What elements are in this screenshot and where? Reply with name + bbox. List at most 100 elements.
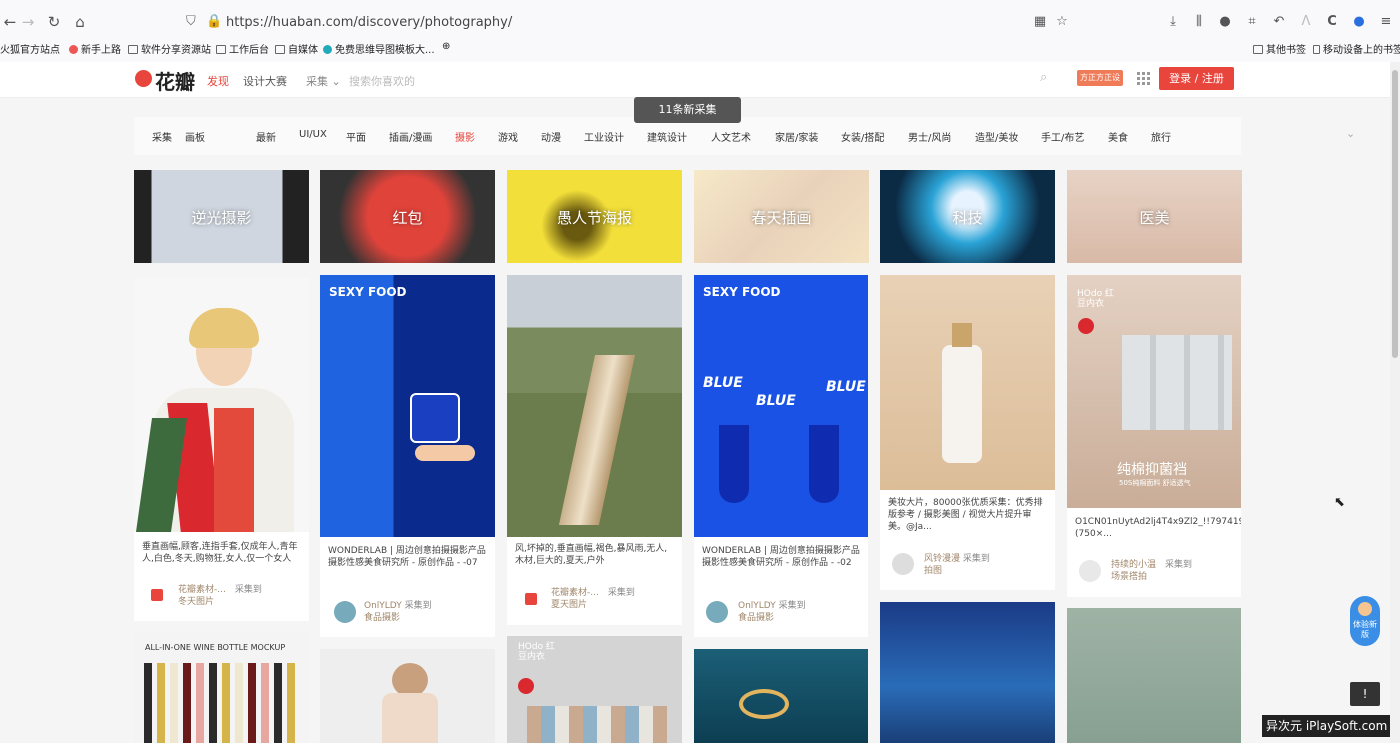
scrollbar-thumb[interactable]: [1392, 70, 1398, 358]
pin-image[interactable]: [134, 278, 309, 532]
login-button[interactable]: 登录 / 注册: [1159, 67, 1234, 90]
category-item[interactable]: 人文艺术: [711, 129, 751, 144]
topic-tile[interactable]: 科技: [880, 170, 1055, 263]
logo-icon[interactable]: [135, 70, 152, 87]
category-item[interactable]: UI/UX: [299, 129, 327, 140]
avatar[interactable]: [151, 589, 163, 601]
pin-card[interactable]: SEXY FOOD WONDERLAB | 周边创意拍摄摄影产品摄影性感美食研究…: [320, 275, 495, 637]
topic-tile[interactable]: 医美: [1067, 170, 1242, 263]
address-bar[interactable]: ⛉ 🔒 https://huaban.com/discovery/photogr…: [180, 12, 1080, 34]
category-item[interactable]: 最新: [256, 129, 276, 144]
avatar[interactable]: [525, 593, 537, 605]
pin-image[interactable]: HOdo 红豆内衣 纯棉抑菌裆 50S纯棉面料 舒适透气: [1067, 275, 1241, 508]
category-item[interactable]: 女装/搭配: [841, 129, 884, 144]
avatar[interactable]: [892, 553, 914, 575]
bookmark-item[interactable]: 新手上路: [69, 41, 121, 56]
pin-image[interactable]: [507, 275, 682, 537]
mouse-cursor-icon: ⬉: [1334, 495, 1345, 510]
bookmark-item[interactable]: 移动设备上的书签: [1313, 41, 1400, 56]
tab-pins[interactable]: 采集: [152, 129, 172, 144]
download-icon[interactable]: ⤓: [1164, 14, 1182, 29]
pin-meta: 持续的小温 采集到 场景搭拍: [1111, 560, 1193, 582]
category-item[interactable]: 美食: [1108, 129, 1128, 144]
tab-boards[interactable]: 画板: [185, 129, 205, 144]
topic-tile[interactable]: 愚人节海报: [507, 170, 682, 263]
pin-meta: 花瓣素材-... 采集到 冬天图片: [178, 585, 262, 607]
topic-tile[interactable]: 红包: [320, 170, 495, 263]
topic-tile[interactable]: 春天插画: [694, 170, 869, 263]
category-item[interactable]: 手工/布艺: [1041, 129, 1084, 144]
pin-card[interactable]: 美妆大片，80000张优质采集：优秀排版参考 / 摄影美图 / 视觉大片提升审美…: [880, 275, 1055, 590]
try-new-version-button[interactable]: 体验新版: [1350, 596, 1380, 646]
pin-card[interactable]: 垂直画幅,顾客,连指手套,仅成年人,青年人,白色,冬天,购物狂,女人,仅一个女人…: [134, 278, 309, 621]
pin-card[interactable]: HOdo 红豆内衣: [507, 636, 682, 743]
category-item[interactable]: 动漫: [541, 129, 561, 144]
pin-card[interactable]: 风,坏掉的,垂直画幅,褐色,暴风雨,无人,木材,巨大的,夏天,户外 花瓣素材-.…: [507, 275, 682, 625]
category-item[interactable]: 男士/风尚: [908, 129, 951, 144]
avatar[interactable]: [1079, 560, 1101, 582]
search-scope-select[interactable]: 采集 ⌄: [306, 73, 341, 89]
avatar[interactable]: [706, 601, 728, 623]
face-icon: [1358, 602, 1372, 616]
undo-icon[interactable]: ↶: [1270, 14, 1288, 29]
c-icon[interactable]: C: [1323, 14, 1341, 29]
bookmark-item[interactable]: 免费思维导图模板大...: [323, 41, 435, 56]
pin-meta: 风铃漫漫 采集到 拍图: [924, 554, 990, 576]
badge-icon: [1078, 318, 1094, 334]
forward-icon[interactable]: →: [18, 12, 38, 32]
category-item[interactable]: 建筑设计: [647, 129, 687, 144]
topic-tile[interactable]: 逆光摄影: [134, 170, 309, 263]
pin-image[interactable]: [880, 275, 1055, 490]
avatar[interactable]: [334, 601, 356, 623]
feedback-icon[interactable]: !: [1350, 682, 1380, 706]
chat-icon[interactable]: ●: [1216, 14, 1234, 29]
bookmark-item[interactable]: 自媒体: [275, 41, 318, 56]
search-icon[interactable]: ⌕: [1040, 70, 1047, 85]
extension-icon[interactable]: ●: [1350, 14, 1368, 29]
pin-card[interactable]: [694, 649, 868, 743]
a-icon[interactable]: Λ: [1297, 14, 1315, 29]
home-icon[interactable]: ⌂: [70, 12, 90, 32]
pin-card[interactable]: HOdo 红豆内衣 纯棉抑菌裆 50S纯棉面料 舒适透气 O1CN01nUytA…: [1067, 275, 1241, 597]
pin-description: 美妆大片，80000张优质采集：优秀排版参考 / 摄影美图 / 视觉大片提升审美…: [888, 498, 1043, 532]
pin-image[interactable]: SEXY FOOD: [320, 275, 495, 537]
menu-icon[interactable]: ≡: [1377, 14, 1395, 29]
nav-contest[interactable]: 设计大赛: [243, 73, 287, 89]
category-item[interactable]: 游戏: [498, 129, 518, 144]
bookmark-item[interactable]: 其他书签: [1253, 41, 1306, 56]
scrollbar[interactable]: [1390, 62, 1400, 743]
chevron-down-icon: ⌄: [331, 75, 341, 88]
lock-icon: 🔒: [206, 14, 223, 29]
pin-card[interactable]: [1067, 608, 1241, 743]
bookmark-item[interactable]: 火狐官方站点: [0, 41, 60, 56]
category-item[interactable]: 平面: [346, 129, 366, 144]
search-input[interactable]: 搜索你喜欢的: [349, 73, 415, 89]
logo[interactable]: 花瓣: [155, 66, 195, 95]
library-icon[interactable]: ⫼: [1190, 14, 1208, 29]
back-icon[interactable]: ←: [0, 12, 20, 32]
pin-image[interactable]: SEXY FOOD BLUE BLUE BLUE: [694, 275, 868, 537]
promo-badge[interactable]: 方正方正设计: [1077, 70, 1123, 98]
category-item[interactable]: 工业设计: [584, 129, 624, 144]
pin-card[interactable]: SEXY FOOD BLUE BLUE BLUE WONDERLAB | 周边创…: [694, 275, 868, 637]
qr-icon[interactable]: ▦: [1031, 14, 1049, 29]
category-item-active[interactable]: 摄影: [455, 129, 475, 144]
chevron-down-icon[interactable]: ⌄: [1346, 127, 1355, 140]
reload-icon[interactable]: ↻: [44, 12, 64, 32]
pin-card[interactable]: [320, 649, 495, 743]
star-icon[interactable]: ☆: [1053, 14, 1071, 29]
category-item[interactable]: 旅行: [1151, 129, 1171, 144]
pin-card[interactable]: ALL-IN-ONE WINE BOTTLE MOCKUP: [134, 633, 309, 743]
pin-description: WONDERLAB | 周边创意拍摄摄影产品摄影性感美食研究所 - 原创作品 -…: [702, 546, 860, 568]
apps-grid-icon[interactable]: [1137, 72, 1150, 85]
bookmark-item[interactable]: 工作后台: [216, 41, 269, 56]
category-item[interactable]: 插画/漫画: [389, 129, 432, 144]
new-pins-toast[interactable]: 11条新采集: [634, 97, 741, 123]
nav-discover[interactable]: 发现: [207, 73, 229, 89]
category-item[interactable]: 家居/家装: [775, 129, 818, 144]
pin-card[interactable]: [880, 602, 1055, 743]
globe-icon[interactable]: ⊕: [442, 41, 450, 52]
bookmark-item[interactable]: 软件分享资源站: [128, 41, 211, 56]
crop-icon[interactable]: ⌗: [1243, 14, 1261, 29]
category-item[interactable]: 造型/美妆: [975, 129, 1018, 144]
